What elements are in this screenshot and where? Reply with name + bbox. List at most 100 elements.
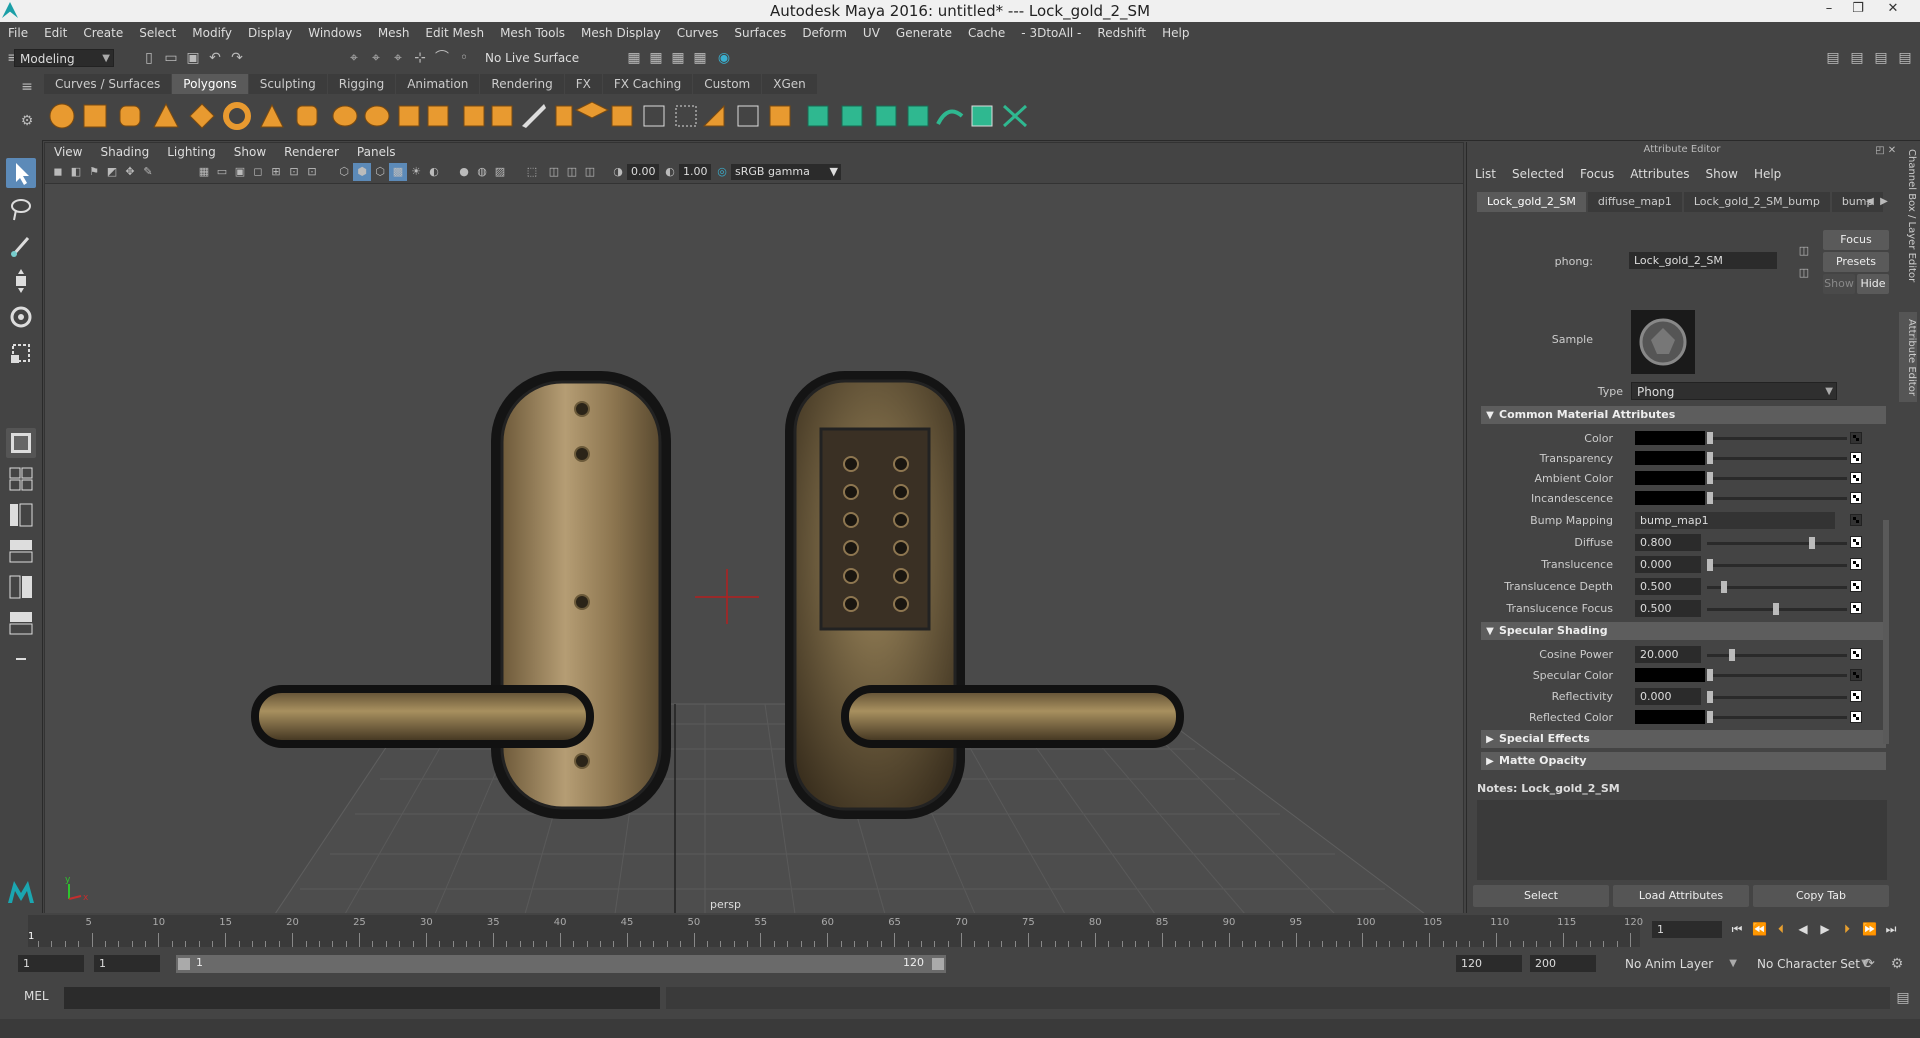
step-back-frame-icon[interactable]: ⏴ <box>1774 921 1788 937</box>
film-gate-icon[interactable]: ▭ <box>213 163 231 181</box>
textured-icon[interactable]: ▩ <box>389 163 407 181</box>
animation-end-field[interactable]: 200 <box>1530 955 1596 972</box>
material-type-dropdown[interactable]: Phong ▼ <box>1631 382 1837 400</box>
uv-cut-icon[interactable] <box>1002 104 1028 128</box>
poly-torus-icon[interactable] <box>223 102 251 130</box>
fill-hole-icon[interactable] <box>702 104 725 127</box>
current-frame-field[interactable]: 1 <box>1652 921 1722 938</box>
shelf-tab-xgen[interactable]: XGen <box>762 74 817 94</box>
poly-cone-icon[interactable] <box>153 102 179 128</box>
ae-menu-help[interactable]: Help <box>1746 164 1789 184</box>
color-swatch[interactable] <box>1635 431 1705 445</box>
use-all-lights-icon[interactable]: ☀ <box>407 163 425 181</box>
render-frame-icon[interactable]: ▦ <box>647 49 665 67</box>
go-to-end-icon[interactable]: ⏭ <box>1884 921 1898 937</box>
incandescence-map-button[interactable] <box>1850 492 1862 504</box>
reflectivity-field[interactable]: 0.000 <box>1635 688 1701 705</box>
new-scene-icon[interactable]: ▯ <box>140 49 158 67</box>
grease-pencil-icon[interactable]: ✎ <box>139 163 157 181</box>
uv-planar-icon[interactable] <box>841 105 863 127</box>
target-weld-icon[interactable] <box>643 105 665 127</box>
open-scene-icon[interactable]: ▭ <box>162 49 180 67</box>
bump-mapping-field[interactable]: bump_map1 <box>1635 512 1835 529</box>
transparency-slider-knob[interactable] <box>1707 452 1713 464</box>
screen-space-ao-icon[interactable]: ● <box>455 163 473 181</box>
input-connections-icon[interactable]: ◫ <box>1795 242 1813 260</box>
select-by-component-icon[interactable]: ⌖ <box>389 49 407 67</box>
go-to-start-icon[interactable]: ⏮ <box>1730 921 1744 937</box>
menu-mesh[interactable]: Mesh <box>370 26 418 40</box>
time-ruler[interactable]: 5 10 15 20 25 30 35 40 45 50 55 60 65 70 75 80 85 90 95 100… <box>28 915 1643 947</box>
merge-icon[interactable] <box>675 105 697 127</box>
diffuse-slider[interactable] <box>1707 542 1847 545</box>
ae-scrollbar-thumb[interactable] <box>1883 520 1889 744</box>
wireframe-icon[interactable]: ⬡ <box>335 163 353 181</box>
step-forward-key-icon[interactable]: ⏩ <box>1862 921 1877 937</box>
animation-preferences-icon[interactable]: ⚙ <box>1888 955 1906 973</box>
copy-tab-button[interactable]: Copy Tab <box>1753 885 1889 907</box>
viewport-menu-show[interactable]: Show <box>225 145 275 159</box>
translucence-slider[interactable] <box>1707 564 1847 567</box>
anim-layer-dropdown[interactable]: No Anim Layer ▼ <box>1620 955 1740 973</box>
auto-key-icon[interactable]: ⟳ <box>1860 955 1878 973</box>
viewport-scene[interactable]: y x persp <box>45 184 1463 914</box>
play-backwards-icon[interactable]: ◀ <box>1796 921 1810 937</box>
image-plane-icon[interactable]: ◩ <box>103 163 121 181</box>
menu-edit[interactable]: Edit <box>36 26 75 40</box>
ambient-color-swatch[interactable] <box>1635 471 1705 485</box>
animation-start-field[interactable]: 1 <box>18 955 84 972</box>
step-back-key-icon[interactable]: ⏪ <box>1752 921 1767 937</box>
anti-aliasing-icon[interactable]: ▨ <box>491 163 509 181</box>
viewport-menu-lighting[interactable]: Lighting <box>158 145 225 159</box>
shelf-tab-rigging[interactable]: Rigging <box>327 74 396 94</box>
shelf-tab-fx-caching[interactable]: FX Caching <box>602 74 693 94</box>
save-scene-icon[interactable]: ▣ <box>184 49 202 67</box>
specular-color-slider-knob[interactable] <box>1707 669 1713 681</box>
menu-surfaces[interactable]: Surfaces <box>726 26 794 40</box>
special-effects-section[interactable]: ▶ Special Effects <box>1481 730 1886 748</box>
shelf-tab-custom[interactable]: Custom <box>693 74 762 94</box>
cosine-power-map-button[interactable] <box>1850 648 1862 660</box>
restore-button[interactable]: ❐ <box>1845 1 1871 19</box>
presets-button[interactable]: Presets <box>1823 252 1889 272</box>
node-tab-lock-gold[interactable]: Lock_gold_2_SM <box>1477 192 1586 212</box>
mirror-icon[interactable] <box>398 105 420 127</box>
combine-icon[interactable] <box>332 105 358 127</box>
grid-toggle-icon[interactable]: ▦ <box>195 163 213 181</box>
menu-select[interactable]: Select <box>131 26 184 40</box>
playback-start-field[interactable]: 1 <box>94 955 160 972</box>
multi-cut-icon[interactable] <box>555 105 573 127</box>
scale-tool-icon[interactable] <box>6 338 36 368</box>
character-set-dropdown[interactable]: No Character Set ▼ <box>1752 955 1872 973</box>
persp-outliner-layout-icon[interactable] <box>6 500 36 530</box>
resolution-gate-icon[interactable]: ▣ <box>231 163 249 181</box>
smooth-shade-icon[interactable]: ⬢ <box>353 163 371 181</box>
reflected-color-slider[interactable] <box>1707 716 1847 719</box>
wireframe-on-shaded-icon[interactable]: ⬡ <box>371 163 389 181</box>
cosine-power-field[interactable]: 20.000 <box>1635 646 1701 663</box>
menu-create[interactable]: Create <box>75 26 131 40</box>
two-d-pan-zoom-icon[interactable]: ✥ <box>121 163 139 181</box>
incandescence-swatch[interactable] <box>1635 491 1705 505</box>
diffuse-field[interactable]: 0.800 <box>1635 534 1701 551</box>
menu-generate[interactable]: Generate <box>888 26 960 40</box>
bevel-icon[interactable] <box>522 104 546 128</box>
node-tab-diffuse-map[interactable]: diffuse_map1 <box>1587 192 1682 212</box>
menu-modify[interactable]: Modify <box>184 26 240 40</box>
auto-map-icon[interactable] <box>769 105 791 127</box>
planar-map-icon[interactable] <box>737 105 759 127</box>
tool-settings-toggle-icon[interactable]: ▤ <box>1872 49 1890 67</box>
translucence-focus-map-button[interactable] <box>1850 602 1862 614</box>
close-button[interactable]: ✕ <box>1880 1 1906 19</box>
menu-set-dropdown[interactable]: Modeling ▼ <box>14 49 114 67</box>
menu-mesh-tools[interactable]: Mesh Tools <box>492 26 573 40</box>
cosine-power-slider-knob[interactable] <box>1729 649 1735 661</box>
ae-menu-attributes[interactable]: Attributes <box>1622 164 1697 184</box>
translucence-slider-knob[interactable] <box>1707 559 1713 571</box>
step-forward-frame-icon[interactable]: ⏵ <box>1840 921 1854 937</box>
shelf-tab-sculpting[interactable]: Sculpting <box>248 74 327 94</box>
diffuse-slider-knob[interactable] <box>1809 537 1815 549</box>
hide-button[interactable]: Hide <box>1857 274 1889 294</box>
perspective-viewport[interactable]: View Shading Lighting Show Renderer Pane… <box>44 142 1464 915</box>
smooth-icon[interactable] <box>427 105 449 127</box>
